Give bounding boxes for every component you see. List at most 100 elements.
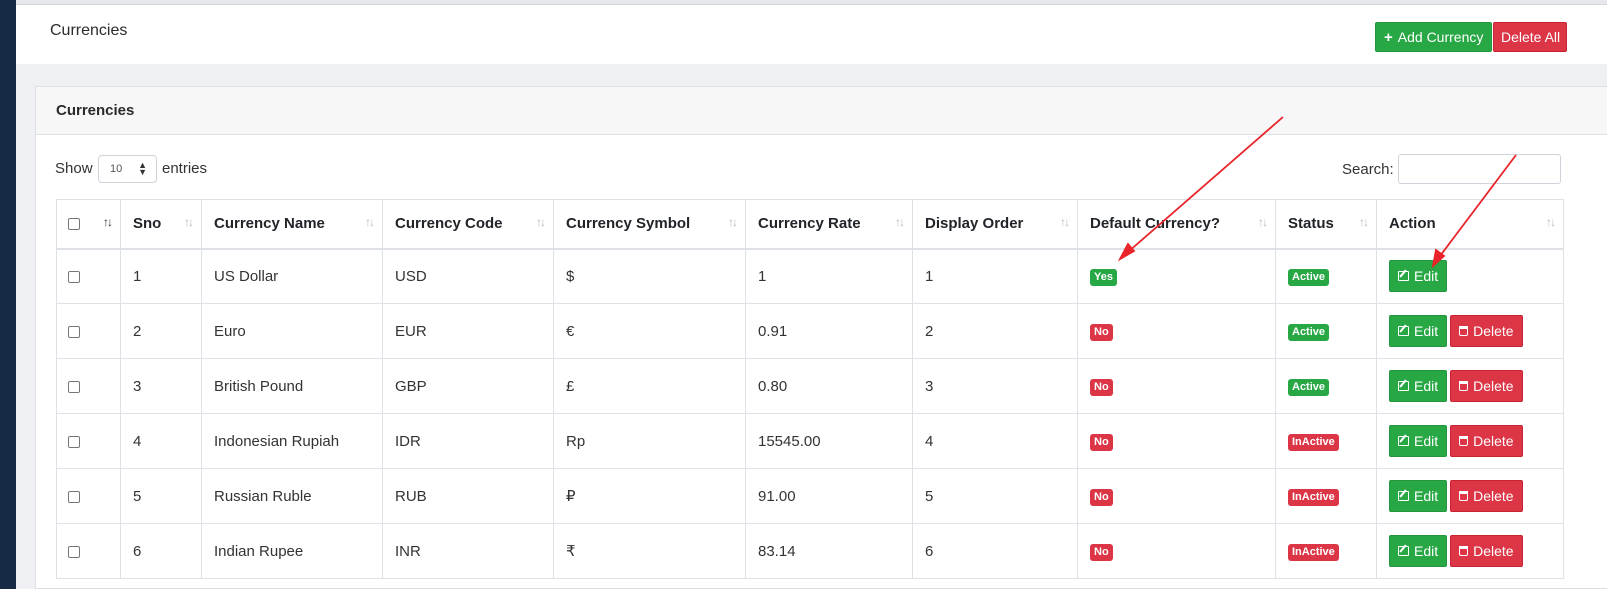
currency-code-cell: IDR	[382, 413, 554, 469]
column-header-action[interactable]: Action ↑↓	[1376, 199, 1564, 250]
edit-button[interactable]: Edit	[1389, 370, 1448, 402]
sort-icon[interactable]: ↑↓	[1359, 215, 1369, 229]
sort-icon[interactable]: ↑↓	[728, 215, 738, 229]
delete-button[interactable]: Delete	[1450, 370, 1523, 402]
edit-icon	[1398, 436, 1409, 446]
column-header-status[interactable]: Status ↑↓	[1275, 199, 1377, 250]
column-header-default-currency[interactable]: Default Currency? ↑↓	[1077, 199, 1276, 250]
delete-button[interactable]: Delete	[1450, 480, 1523, 512]
default-badge: No	[1090, 378, 1113, 396]
delete-label: Delete	[1473, 378, 1514, 394]
status-cell: InActive	[1275, 523, 1377, 579]
row-checkbox[interactable]	[68, 435, 80, 448]
table-row: 2 Euro EUR €0.91 2 No Active Edit Delete	[56, 303, 1564, 359]
status-badge: InActive	[1288, 433, 1339, 451]
trash-icon	[1459, 381, 1469, 391]
trash-icon	[1459, 436, 1469, 446]
row-checkbox[interactable]	[68, 325, 80, 338]
column-header-currency-symbol[interactable]: Currency Symbol ↑↓	[553, 199, 746, 250]
status-badge: InActive	[1288, 488, 1339, 506]
select-all-checkbox[interactable]	[68, 218, 80, 231]
sort-icon[interactable]: ↑↓	[536, 215, 546, 229]
default-badge: No	[1090, 433, 1113, 451]
trash-icon	[1459, 491, 1469, 501]
add-currency-label: Add Currency	[1397, 29, 1484, 45]
edit-button[interactable]: Edit	[1389, 315, 1448, 347]
select-all-header[interactable]: ↑↓	[56, 199, 121, 250]
currency-rate-cell: 83.14	[745, 523, 913, 579]
column-header-display-order[interactable]: Display Order ↑↓	[912, 199, 1078, 250]
table-row: 1 US Dollar USD $1 1 Yes Active Edit	[56, 248, 1564, 304]
currencies-table: ↑↓ Sno ↑↓ Currency Name ↑↓ Currency Code ↑↓…	[56, 199, 1564, 579]
delete-button[interactable]: Delete	[1450, 315, 1523, 347]
entries-value: 10	[110, 163, 123, 175]
currency-rate-cell: 0.80	[745, 358, 913, 414]
display-order-cell: 5	[912, 468, 1078, 524]
status-badge: Active	[1288, 323, 1330, 341]
delete-label: Delete	[1473, 543, 1514, 559]
search-input[interactable]	[1398, 154, 1561, 184]
sort-icon[interactable]: ↑↓	[184, 215, 194, 229]
sort-icon[interactable]: ↑↓	[365, 215, 375, 229]
currency-name-cell: US Dollar	[201, 248, 383, 304]
sno-cell: 5	[120, 468, 202, 524]
default-currency-cell: Yes	[1077, 248, 1276, 304]
edit-icon	[1398, 271, 1409, 282]
currency-symbol-cell: ₹	[553, 523, 746, 579]
row-checkbox[interactable]	[68, 545, 80, 558]
sort-icon[interactable]: ↑↓	[1060, 215, 1070, 229]
currency-name-cell: British Pound	[201, 358, 383, 414]
status-cell: InActive	[1275, 413, 1377, 469]
default-currency-cell: No	[1077, 303, 1276, 359]
row-checkbox[interactable]	[68, 490, 80, 503]
column-header-currency-code[interactable]: Currency Code ↑↓	[382, 199, 554, 250]
currency-code-cell: INR	[382, 523, 554, 579]
column-header-sno[interactable]: Sno ↑↓	[120, 199, 202, 250]
edit-button[interactable]: Edit	[1389, 480, 1448, 512]
currency-rate-cell: 1	[745, 248, 913, 304]
table-row: 4 Indonesian Rupiah IDR Rp 15545.00 4 No InActi…	[56, 413, 1564, 469]
sort-icon[interactable]: ↑↓	[103, 215, 113, 229]
edit-label: Edit	[1414, 433, 1439, 449]
row-select-cell	[56, 358, 121, 414]
currency-code-cell: EUR	[382, 303, 554, 359]
default-currency-cell: No	[1077, 413, 1276, 469]
default-badge: Yes	[1090, 268, 1117, 286]
delete-button[interactable]: Delete	[1450, 535, 1523, 567]
edit-label: Edit	[1414, 268, 1439, 285]
action-cell: Edit Delete	[1376, 303, 1564, 359]
edit-button[interactable]: Edit	[1389, 425, 1448, 457]
delete-all-button[interactable]: Delete All	[1493, 22, 1567, 52]
row-select-cell	[56, 303, 121, 359]
currency-name-cell: Indian Rupee	[201, 523, 383, 579]
currency-rate-cell: 91.00	[745, 468, 913, 524]
column-header-currency-name[interactable]: Currency Name ↑↓	[201, 199, 383, 250]
sort-icon[interactable]: ↑↓	[1546, 215, 1556, 229]
currency-symbol-cell: €	[553, 303, 746, 359]
display-order-cell: 2	[912, 303, 1078, 359]
row-checkbox[interactable]	[68, 270, 80, 283]
action-cell: Edit Delete	[1376, 523, 1564, 579]
page-title: Currencies	[50, 22, 128, 39]
status-badge: Active	[1288, 268, 1330, 286]
entries-select[interactable]: 10 ▲ ▼	[98, 155, 157, 183]
table-row: 3 British Pound GBP £0.80 3 No Active Edit Delet…	[56, 358, 1564, 414]
edit-button[interactable]: Edit	[1389, 535, 1448, 567]
display-order-cell: 1	[912, 248, 1078, 304]
currency-rate-cell: 0.91	[745, 303, 913, 359]
add-currency-button[interactable]: + Add Currency	[1375, 22, 1493, 52]
column-header-currency-rate[interactable]: Currency Rate ↑↓	[745, 199, 913, 250]
sidebar-edge	[0, 0, 16, 589]
edit-button[interactable]: Edit	[1389, 260, 1448, 293]
table-row: 6 Indian Rupee INR ₹83.14 6 No InActive Edit Del…	[56, 523, 1564, 579]
row-select-cell	[56, 523, 121, 579]
sort-icon[interactable]: ↑↓	[895, 215, 905, 229]
currency-code-cell: GBP	[382, 358, 554, 414]
delete-button[interactable]: Delete	[1450, 425, 1523, 457]
delete-label: Delete	[1473, 433, 1514, 449]
sort-icon[interactable]: ↑↓	[1258, 215, 1268, 229]
row-select-cell	[56, 248, 121, 304]
row-checkbox[interactable]	[68, 380, 80, 393]
action-cell: Edit Delete	[1376, 468, 1564, 524]
default-badge: No	[1090, 488, 1113, 506]
